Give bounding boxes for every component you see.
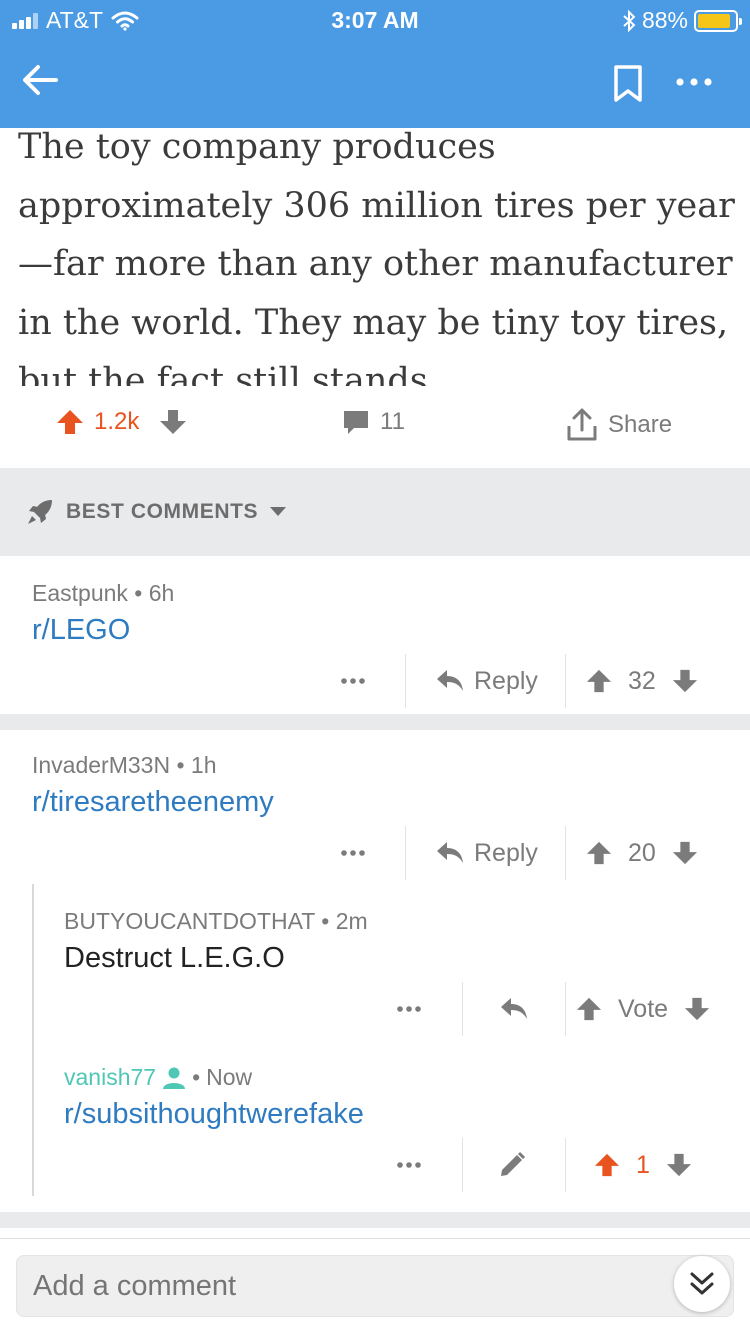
share-label: Share xyxy=(608,411,673,438)
comment-meta: InvaderM33N • 1h xyxy=(32,752,217,778)
comment-composer-bar xyxy=(0,1238,750,1334)
comment-more-button[interactable] xyxy=(396,1138,422,1192)
reply-arrow-icon xyxy=(501,998,527,1019)
comment-count: 11 xyxy=(380,408,405,435)
comment-item: InvaderM33N • 1h r/tiresaretheenemy Repl… xyxy=(0,730,750,880)
share-button[interactable]: Share xyxy=(566,408,672,442)
add-comment-input[interactable] xyxy=(16,1255,734,1317)
comment-age: 2m xyxy=(335,908,368,934)
post-body-text: The toy company produces approximately 3… xyxy=(18,127,735,386)
downvote-arrow-icon[interactable] xyxy=(672,668,698,694)
reply-comment-item: vanish77 • Now r/subsithoughtwerefake 1 xyxy=(0,1040,750,1200)
comment-author[interactable]: InvaderM33N xyxy=(32,752,170,778)
bluetooth-icon xyxy=(623,9,636,32)
reply-label: Reply xyxy=(474,666,538,695)
battery-percent: 88% xyxy=(641,7,688,33)
comment-divider xyxy=(0,714,750,730)
rocket-icon xyxy=(28,500,52,524)
comment-vote-group: 20 xyxy=(586,826,698,880)
sort-label: BEST COMMENTS xyxy=(66,500,259,523)
comment-age: Now xyxy=(206,1064,253,1090)
user-icon xyxy=(163,1067,186,1089)
comment-actions: Vote xyxy=(0,982,750,1036)
downvote-arrow-icon[interactable] xyxy=(666,1152,692,1178)
double-chevron-down-icon xyxy=(690,1272,714,1295)
comment-author[interactable]: BUTYOUCANTDOTHAT xyxy=(64,908,315,934)
sort-dropdown[interactable]: BEST COMMENTS xyxy=(26,498,287,526)
comment-age: 6h xyxy=(148,580,175,606)
comment-more-button[interactable] xyxy=(340,654,366,708)
comment-actions: Reply 32 xyxy=(0,654,750,708)
more-dots-icon xyxy=(397,1006,421,1012)
upvote-arrow-icon[interactable] xyxy=(594,1152,620,1178)
reply-button[interactable]: Reply xyxy=(436,654,538,708)
status-bar: AT&T 3:07 AM 88% xyxy=(0,0,750,40)
share-icon xyxy=(567,408,597,441)
jump-to-bottom-button[interactable] xyxy=(674,1256,730,1312)
comment-meta: vanish77 • Now xyxy=(64,1064,253,1091)
comment-score: 32 xyxy=(628,666,656,695)
upvote-arrow-icon[interactable] xyxy=(576,996,602,1022)
comment-meta: Eastpunk • 6h xyxy=(32,580,175,606)
comment-meta: BUTYOUCANTDOTHAT • 2m xyxy=(64,908,368,934)
upvote-arrow-icon[interactable] xyxy=(586,668,612,694)
comment-score: 1 xyxy=(636,1150,650,1179)
reply-button[interactable] xyxy=(500,982,528,1036)
comment-body: Destruct L.E.G.O xyxy=(64,942,285,974)
reply-button[interactable]: Reply xyxy=(436,826,538,880)
comment-vote-group: 32 xyxy=(586,654,698,708)
comment-item: Eastpunk • 6h r/LEGO Reply 32 xyxy=(0,556,750,714)
edit-button[interactable] xyxy=(498,1138,526,1192)
bookmark-icon[interactable] xyxy=(612,64,644,104)
subreddit-link[interactable]: r/LEGO xyxy=(32,614,130,647)
comment-sort-bar: BEST COMMENTS xyxy=(0,468,750,556)
comment-author[interactable]: Eastpunk xyxy=(32,580,128,606)
comments-count-button[interactable]: 11 xyxy=(342,408,405,436)
comment-actions: 1 xyxy=(0,1138,750,1192)
reply-comment-item: BUTYOUCANTDOTHAT • 2m Destruct L.E.G.O V… xyxy=(0,884,750,1042)
post-score: 1.2k xyxy=(94,408,140,435)
comment-more-button[interactable] xyxy=(340,826,366,880)
comment-divider xyxy=(0,1212,750,1228)
comment-score: 20 xyxy=(628,838,656,867)
more-dots-icon xyxy=(341,678,365,684)
caret-down-icon xyxy=(270,507,287,516)
upvote-arrow-icon[interactable] xyxy=(56,408,84,436)
subreddit-link[interactable]: r/tiresaretheenemy xyxy=(32,786,274,819)
downvote-arrow-icon[interactable] xyxy=(684,996,710,1022)
battery-icon xyxy=(694,9,742,32)
post-action-bar: 1.2k 11 Share xyxy=(0,390,750,468)
app-header: AT&T 3:07 AM 88% xyxy=(0,0,750,128)
comment-bubble-icon xyxy=(344,411,368,434)
pencil-icon xyxy=(501,1151,526,1176)
comment-vote-group: Vote xyxy=(576,982,710,1036)
reply-arrow-icon xyxy=(437,842,463,863)
comment-author[interactable]: vanish77 xyxy=(64,1064,156,1091)
comment-age: 1h xyxy=(190,752,217,778)
upvote-arrow-icon[interactable] xyxy=(586,840,612,866)
downvote-arrow-icon[interactable] xyxy=(159,408,187,436)
comment-more-button[interactable] xyxy=(396,982,422,1036)
more-dots-icon[interactable] xyxy=(672,70,716,94)
vote-label: Vote xyxy=(618,994,669,1023)
subreddit-link[interactable]: r/subsithoughtwerefake xyxy=(64,1098,364,1131)
reply-label: Reply xyxy=(474,838,538,867)
post-vote-group: 1.2k xyxy=(56,408,187,436)
reply-arrow-icon xyxy=(437,670,463,691)
comment-vote-group: 1 xyxy=(594,1138,692,1192)
downvote-arrow-icon[interactable] xyxy=(672,840,698,866)
more-dots-icon xyxy=(341,850,365,856)
arrow-left-icon[interactable] xyxy=(20,60,60,100)
comment-actions: Reply 20 xyxy=(0,826,750,880)
more-dots-icon xyxy=(397,1162,421,1168)
